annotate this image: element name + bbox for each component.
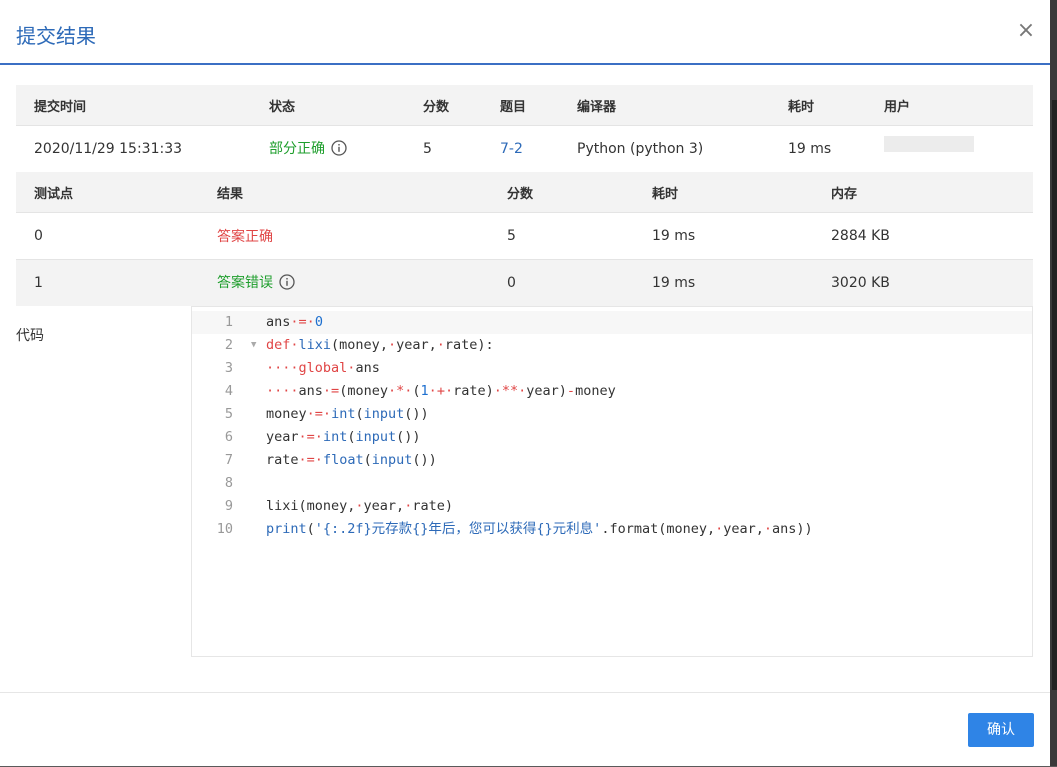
scrollbar-thumb[interactable] xyxy=(1052,100,1057,690)
code-text: print('{:.2f}元存款{}年后，您可以获得{}元利息'.format(… xyxy=(266,521,813,537)
code-text: lixi(money,·year,·rate) xyxy=(266,498,453,514)
code-text: ans·=·0 xyxy=(266,314,323,330)
submission-table: 提交时间 状态 分数 题目 编译器 耗时 用户 2020/11/29 15:31… xyxy=(16,85,1033,172)
code-text: ····global·ans xyxy=(266,360,380,376)
code-editor[interactable]: 1 ans·=·0 2 ▼ def·lixi(money,·year,·rate… xyxy=(191,306,1033,657)
code-line: 6 year·=·int(input()) xyxy=(192,426,1032,449)
code-line: 1 ans·=·0 xyxy=(192,311,1032,334)
testcase-duration: 19 ms xyxy=(634,212,813,260)
code-line: 9 lixi(money,·year,·rate) xyxy=(192,495,1032,518)
submission-user xyxy=(866,125,1033,172)
col-header-tc-duration: 耗时 xyxy=(634,172,813,213)
code-line: 4 ····ans·=(money·*·(1·+·rate)·**·year)-… xyxy=(192,380,1032,403)
modal-footer: 确认 xyxy=(0,692,1050,767)
testcase-row: 1 答案错误 0 19 ms 3020 KB xyxy=(16,259,1033,306)
line-number: 8 xyxy=(224,475,233,491)
col-header-time: 提交时间 xyxy=(16,85,251,126)
backdrop-scrollbar[interactable] xyxy=(1050,0,1057,766)
testcase-score: 5 xyxy=(489,212,634,260)
testcase-table: 测试点 结果 分数 耗时 内存 0 答案正确 5 19 ms 2884 KB 1… xyxy=(16,172,1033,306)
submission-result-modal: 提交结果 × 提交时间 状态 分数 题目 编译器 耗时 用户 2020/11/2… xyxy=(0,0,1050,766)
testcase-id: 1 xyxy=(16,259,199,306)
testcase-row: 0 答案正确 5 19 ms 2884 KB xyxy=(16,212,1033,260)
code-text: year·=·int(input()) xyxy=(266,429,421,445)
fold-arrow-icon[interactable]: ▼ xyxy=(251,334,256,357)
line-number: 10 xyxy=(216,521,233,537)
testcase-result: 答案正确 xyxy=(199,212,489,260)
info-icon[interactable] xyxy=(331,140,347,160)
submission-compiler: Python (python 3) xyxy=(559,125,770,172)
code-label: 代码 xyxy=(16,328,44,344)
code-line: 7 rate·=·float(input()) xyxy=(192,449,1032,472)
testcase-header-row: 测试点 结果 分数 耗时 内存 xyxy=(16,172,1033,213)
col-header-status: 状态 xyxy=(251,85,405,126)
testcase-duration: 19 ms xyxy=(634,259,813,306)
submission-time: 2020/11/29 15:31:33 xyxy=(16,125,251,172)
code-text: money·=·int(input()) xyxy=(266,406,429,422)
col-header-result: 结果 xyxy=(199,172,489,213)
code-line: 5 money·=·int(input()) xyxy=(192,403,1032,426)
testcase-memory: 3020 KB xyxy=(813,259,1033,306)
submission-duration: 19 ms xyxy=(770,125,866,172)
submission-header-row: 提交时间 状态 分数 题目 编译器 耗时 用户 xyxy=(16,85,1033,126)
modal-header: 提交结果 × xyxy=(0,0,1050,65)
testcase-result: 答案错误 xyxy=(217,275,273,291)
col-header-duration: 耗时 xyxy=(770,85,866,126)
line-number: 7 xyxy=(224,452,233,468)
col-header-problem: 题目 xyxy=(482,85,559,126)
col-header-tc-score: 分数 xyxy=(489,172,634,213)
submission-status: 部分正确 xyxy=(269,141,325,157)
code-line: 3 ····global·ans xyxy=(192,357,1032,380)
close-icon[interactable]: × xyxy=(1016,19,1036,43)
col-header-compiler: 编译器 xyxy=(559,85,770,126)
code-text: rate·=·float(input()) xyxy=(266,452,437,468)
blurred-username xyxy=(884,136,974,152)
line-number: 5 xyxy=(224,406,233,422)
code-line: 10 print('{:.2f}元存款{}年后，您可以获得{}元利息'.form… xyxy=(192,518,1032,541)
confirm-button[interactable]: 确认 xyxy=(968,713,1034,747)
code-line: 8 xyxy=(192,472,1032,495)
col-header-memory: 内存 xyxy=(813,172,1033,213)
col-header-testcase: 测试点 xyxy=(16,172,199,213)
testcase-result-cell: 答案错误 xyxy=(199,259,489,306)
col-header-score: 分数 xyxy=(405,85,482,126)
modal-title: 提交结果 xyxy=(16,24,96,48)
code-text: def·lixi(money,·year,·rate): xyxy=(266,337,494,353)
code-text: ····ans·=(money·*·(1·+·rate)·**·year)-mo… xyxy=(266,383,616,399)
problem-link[interactable]: 7-2 xyxy=(482,125,559,172)
line-number: 2 xyxy=(224,337,233,353)
submission-row: 2020/11/29 15:31:33 部分正确 5 7-2 Python (p… xyxy=(16,125,1033,172)
line-number: 3 xyxy=(224,360,233,376)
col-header-user: 用户 xyxy=(866,85,1033,126)
testcase-memory: 2884 KB xyxy=(813,212,1033,260)
line-number: 4 xyxy=(224,383,233,399)
submission-score: 5 xyxy=(405,125,482,172)
line-number: 6 xyxy=(224,429,233,445)
info-icon[interactable] xyxy=(279,274,295,294)
testcase-score: 0 xyxy=(489,259,634,306)
testcase-id: 0 xyxy=(16,212,199,260)
line-number: 9 xyxy=(224,498,233,514)
code-line: 2 ▼ def·lixi(money,·year,·rate): xyxy=(192,334,1032,357)
line-number: 1 xyxy=(224,314,233,330)
submission-status-cell: 部分正确 xyxy=(251,125,405,172)
